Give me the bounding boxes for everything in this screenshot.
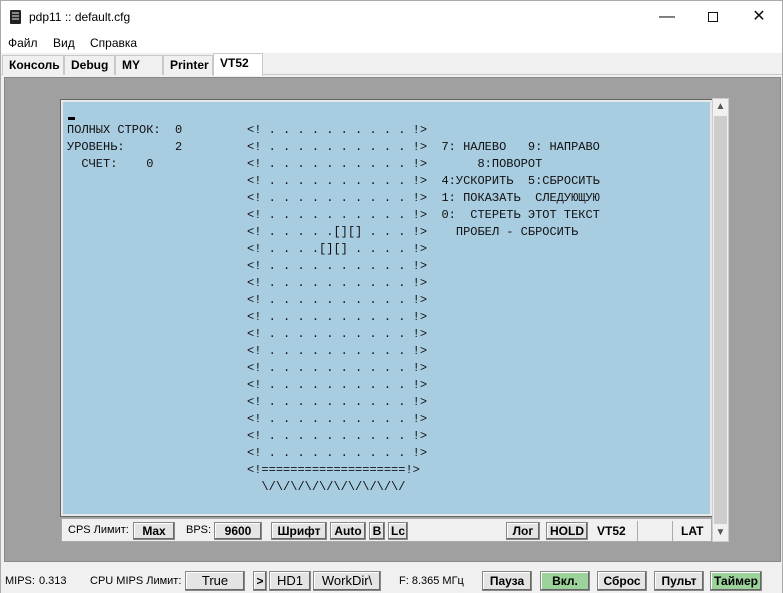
terminal-panel: ПОЛНЫХ СТРОК: 0 <! . . . . . . . . . . !… [4,77,781,562]
close-button[interactable]: ✕ [736,1,782,33]
scroll-down-icon[interactable]: ▼ [713,525,728,541]
toolbar-divider [672,521,673,541]
lat-mode-label: LAT [681,524,704,538]
terminal-line: УРОВЕНЬ: 2 <! . . . . . . . . . . !> 7: … [67,140,600,154]
terminal-line: <! . . . . . . . . . . !> [67,259,428,273]
title-bar: pdp11 :: default.cfg — ✕ [1,1,782,33]
frequency-label: F: 8.365 МГц [399,575,464,587]
app-window: pdp11 :: default.cfg — ✕ Файл Вид Справк… [0,0,783,593]
vt52-mode-label: VT52 [597,524,626,538]
tab-debug[interactable]: Debug [64,55,115,75]
terminal-line: \/\/\/\/\/\/\/\/\/\/ [67,480,406,494]
app-icon [10,10,21,24]
terminal-line: ПОЛНЫХ СТРОК: 0 <! . . . . . . . . . . !… [67,123,428,137]
terminal-line: <! . . . . . . . . . . !> [67,276,428,290]
terminal-line: <! . . . . . . . . . . !> 1: ПОКАЗАТЬ СЛ… [67,191,600,205]
terminal-line: <! . . . .[][] . . . . !> [67,242,428,256]
log-button[interactable]: Лог [506,522,540,540]
power-on-button[interactable]: Вкл. [540,571,590,591]
terminal-line: <! . . . . . . . . . . !> 0: СТЕРЕТЬ ЭТО… [67,208,600,222]
console-panel-button[interactable]: Пульт [654,571,704,591]
terminal-line: <! . . . . . . . . . . !> [67,429,428,443]
terminal-toolbar: CPS Лимит: Max BPS: 9600 Шрифт Auto B Lc… [61,518,712,542]
text-cursor [68,117,75,120]
b-button[interactable]: B [369,522,385,540]
terminal-line: <! . . . . . . . . . . !> [67,395,428,409]
cps-limit-label: CPS Лимит: [68,524,129,536]
terminal-line: <! . . . . .[][] . . . !> ПРОБЕЛ - СБРОС… [67,225,579,239]
maximize-icon [708,11,718,22]
hd1-button[interactable]: HD1 [269,571,311,591]
terminal-line: <! . . . . . . . . . . !> [67,361,428,375]
mips-value: 0.313 [39,575,67,587]
toolbar-divider [637,521,638,541]
pause-button[interactable]: Пауза [482,571,532,591]
scroll-thumb[interactable] [714,116,727,524]
tab-my[interactable]: MY [115,55,163,75]
menu-file[interactable]: Файл [8,36,38,50]
minimize-button[interactable]: — [644,1,690,33]
terminal-line: <! . . . . . . . . . . !> [67,327,428,341]
arrow-button[interactable]: > [253,571,267,591]
terminal-line: <! . . . . . . . . . . !> [67,293,428,307]
tab-printer[interactable]: Printer [163,55,213,75]
terminal-line: <! . . . . . . . . . . !> [67,446,428,460]
menu-view[interactable]: Вид [53,36,75,50]
auto-button[interactable]: Auto [330,522,366,540]
vertical-scrollbar[interactable]: ▲ ▼ [712,98,729,542]
hold-button[interactable]: HOLD [546,522,588,540]
menu-help[interactable]: Справка [90,36,137,50]
bps-button[interactable]: 9600 [214,522,262,540]
terminal-line: <! . . . . . . . . . . !> [67,310,428,324]
terminal-line: СЧЕТ: 0 <! . . . . . . . . . . !> 8:ПОВО… [67,157,543,171]
status-bar: MIPS: 0.313 CPU MIPS Лимит: True > HD1 W… [1,568,782,593]
tab-strip: Консоль Debug MY Printer VT52 [1,53,782,76]
terminal-line: <! . . . . . . . . . . !> [67,344,428,358]
terminal-line: <! . . . . . . . . . . !> 4:УСКОРИТЬ 5:С… [67,174,600,188]
cpu-limit-button[interactable]: True [185,571,245,591]
cpu-limit-label: CPU MIPS Лимит: [90,575,182,587]
terminal-line: <!====================!> [67,463,420,477]
cps-limit-button[interactable]: Max [133,522,175,540]
reset-button[interactable]: Сброс [597,571,647,591]
scroll-up-icon[interactable]: ▲ [713,99,728,115]
workdir-button[interactable]: WorkDir\ [313,571,381,591]
tab-console[interactable]: Консоль [2,55,64,75]
terminal-line: <! . . . . . . . . . . !> [67,412,428,426]
window-title: pdp11 :: default.cfg [29,10,131,24]
bps-label: BPS: [186,524,212,536]
tab-vt52[interactable]: VT52 [213,53,263,76]
timer-button[interactable]: Таймер [710,571,762,591]
terminal-line: <! . . . . . . . . . . !> [67,378,428,392]
lc-button[interactable]: Lc [388,522,408,540]
maximize-button[interactable] [690,1,736,33]
menu-bar: Файл Вид Справка [1,33,782,53]
terminal-screen[interactable]: ПОЛНЫХ СТРОК: 0 <! . . . . . . . . . . !… [60,99,713,517]
mips-label: MIPS: [5,575,35,587]
font-button[interactable]: Шрифт [271,522,327,540]
